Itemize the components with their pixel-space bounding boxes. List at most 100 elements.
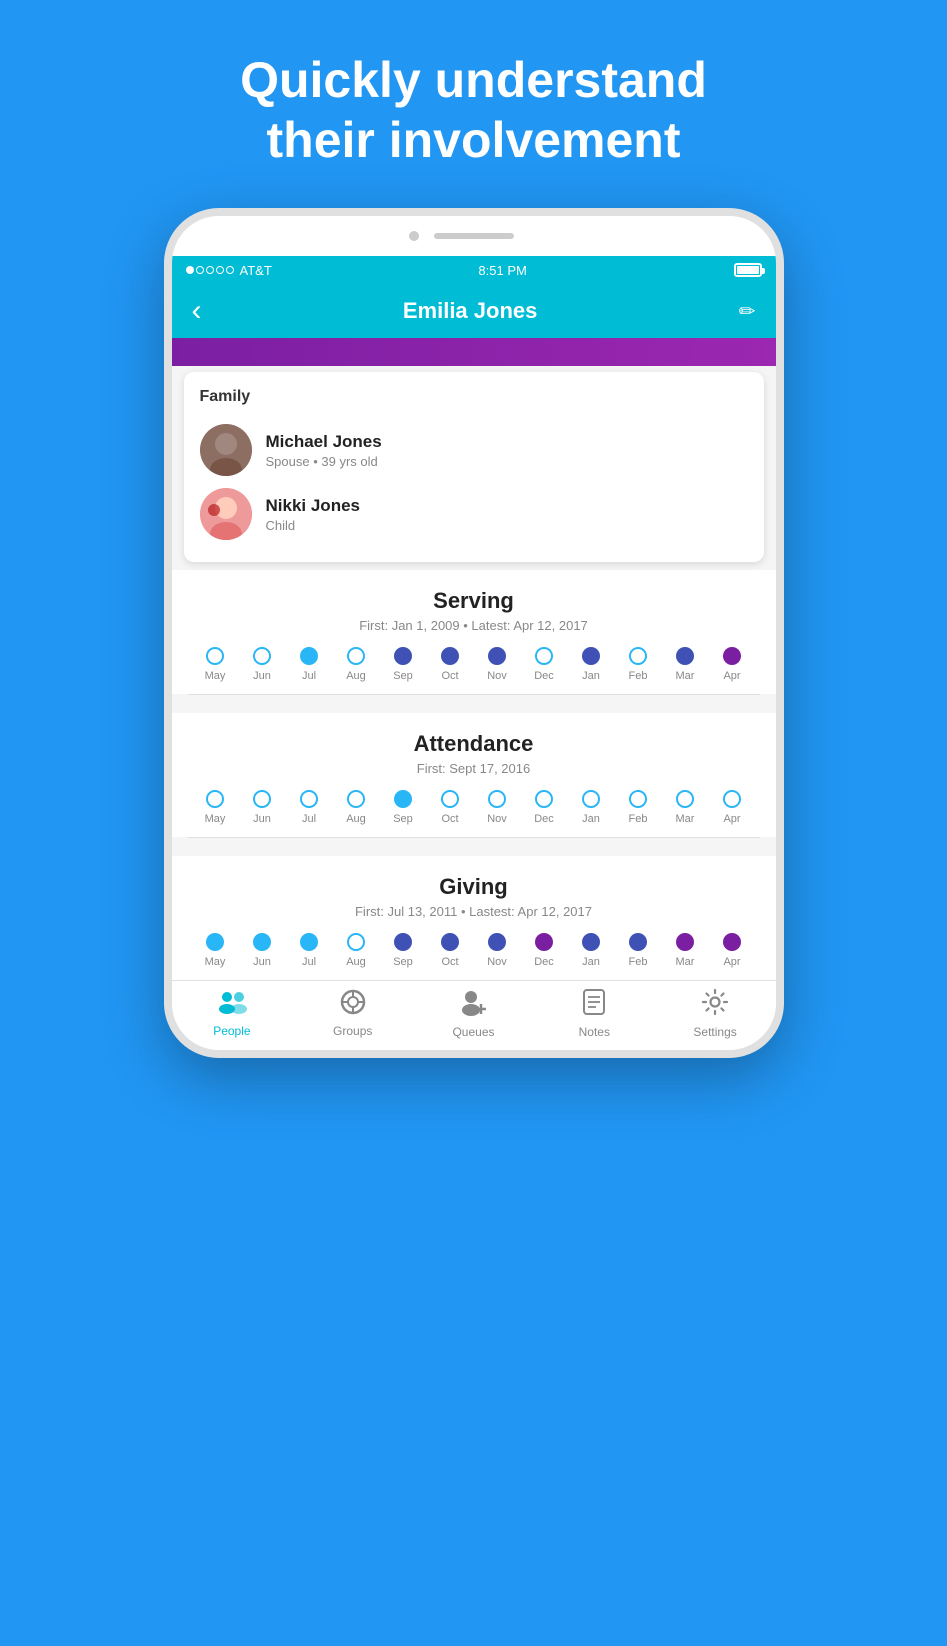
dot-col: Jan [568, 647, 615, 682]
month-label: Feb [629, 813, 648, 825]
activity-dot [394, 647, 412, 665]
nikki-name: Nikki Jones [266, 496, 361, 516]
activity-dot [629, 933, 647, 951]
dot-col: Feb [615, 647, 662, 682]
activity-dot [394, 790, 412, 808]
tab-item-settings[interactable]: Settings [655, 988, 776, 1039]
phone-top-bar [172, 216, 776, 256]
tab-item-queues[interactable]: Queues [413, 988, 534, 1039]
month-label: Oct [441, 813, 458, 825]
family-member-michael[interactable]: Michael Jones Spouse • 39 yrs old [200, 418, 748, 482]
dot-col: Dec [521, 647, 568, 682]
michael-avatar-svg [200, 424, 252, 476]
month-label: Jan [582, 670, 600, 682]
month-label: Apr [723, 956, 740, 968]
nikki-info: Nikki Jones Child [266, 496, 361, 533]
family-member-nikki[interactable]: Nikki Jones Child [200, 482, 748, 546]
michael-detail: Spouse • 39 yrs old [266, 454, 382, 469]
phone-frame: AT&T 8:51 PM ‹ Emilia Jones ✏ Family [164, 208, 784, 1058]
activity-dot [535, 933, 553, 951]
dot-col: Sep [380, 790, 427, 825]
purple-banner [172, 338, 776, 366]
attendance-dots-row: MayJunJulAugSepOctNovDecJanFebMarApr [188, 790, 760, 825]
settings-tab-icon [701, 988, 729, 1021]
phone-content: Family Michael Jones Spouse • 39 yrs old [172, 366, 776, 1050]
month-label: Jan [582, 813, 600, 825]
month-label: Apr [723, 670, 740, 682]
edit-button[interactable]: ✏ [739, 299, 756, 324]
dot-col: Mar [662, 647, 709, 682]
month-label: Dec [534, 813, 554, 825]
activity-dot [488, 933, 506, 951]
month-label: Nov [487, 813, 507, 825]
dot-col: Sep [380, 933, 427, 968]
nav-title: Emilia Jones [403, 298, 538, 324]
carrier-label: AT&T [240, 263, 272, 278]
activity-dot [629, 647, 647, 665]
attendance-subtitle: First: Sept 17, 2016 [188, 761, 760, 776]
dot-col: Dec [521, 933, 568, 968]
month-label: Jun [253, 956, 271, 968]
hero-title-line1: Quickly understand [20, 50, 927, 110]
dot-col: May [192, 790, 239, 825]
dot-col: Jul [286, 933, 333, 968]
activity-dot [629, 790, 647, 808]
activity-dot [441, 933, 459, 951]
nikki-avatar-svg [200, 488, 252, 540]
activity-dot [253, 647, 271, 665]
activity-dot [582, 933, 600, 951]
michael-avatar [200, 424, 252, 476]
month-label: Jun [253, 670, 271, 682]
nikki-avatar [200, 488, 252, 540]
activity-dot [723, 790, 741, 808]
tab-item-groups[interactable]: Groups [292, 989, 413, 1038]
tab-item-notes[interactable]: Notes [534, 988, 655, 1039]
month-label: Oct [441, 670, 458, 682]
month-label: Dec [534, 670, 554, 682]
activity-dot [300, 790, 318, 808]
signal-dot-3 [206, 266, 214, 274]
dot-col: Dec [521, 790, 568, 825]
signal-dot-5 [226, 266, 234, 274]
queues-tab-icon [459, 988, 487, 1021]
family-card: Family Michael Jones Spouse • 39 yrs old [184, 372, 764, 562]
month-label: Nov [487, 670, 507, 682]
groups-tab-icon [338, 989, 368, 1020]
activity-dot [394, 933, 412, 951]
dot-col: Jan [568, 933, 615, 968]
dot-col: Apr [709, 933, 756, 968]
dot-col: Jan [568, 790, 615, 825]
month-label: Jul [302, 956, 316, 968]
month-label: May [205, 670, 226, 682]
queues-tab-label: Queues [452, 1025, 494, 1039]
giving-dots-row: MayJunJulAugSepOctNovDecJanFebMarApr [188, 933, 760, 968]
battery-fill [737, 266, 759, 274]
tab-item-people[interactable]: People [172, 989, 293, 1038]
michael-info: Michael Jones Spouse • 39 yrs old [266, 432, 382, 469]
activity-dot [206, 647, 224, 665]
month-label: Feb [629, 956, 648, 968]
month-label: Aug [346, 813, 366, 825]
month-label: Aug [346, 956, 366, 968]
dot-col: Apr [709, 647, 756, 682]
dot-col: May [192, 647, 239, 682]
month-label: Oct [441, 956, 458, 968]
phone-speaker [434, 233, 514, 239]
activity-dot [441, 647, 459, 665]
activity-dot [535, 790, 553, 808]
giving-subtitle: First: Jul 13, 2011 • Lastest: Apr 12, 2… [188, 904, 760, 919]
month-label: Aug [346, 670, 366, 682]
dot-col: Aug [333, 933, 380, 968]
back-button[interactable]: ‹ [192, 294, 202, 328]
activity-dot [582, 647, 600, 665]
signal-dot-1 [186, 266, 194, 274]
month-label: Dec [534, 956, 554, 968]
activity-dot [676, 647, 694, 665]
activity-dot [253, 790, 271, 808]
month-label: Jun [253, 813, 271, 825]
status-bar: AT&T 8:51 PM [172, 256, 776, 284]
dot-col: Feb [615, 933, 662, 968]
phone-camera [409, 231, 419, 241]
nav-bar: ‹ Emilia Jones ✏ [172, 284, 776, 338]
activity-dot [535, 647, 553, 665]
